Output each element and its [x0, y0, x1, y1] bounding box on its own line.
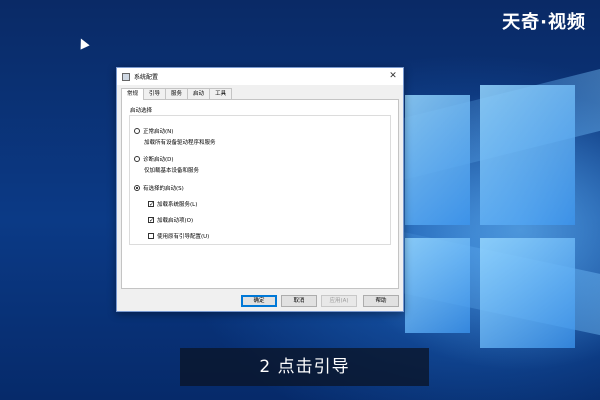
tab-bar: 常规 引导 服务 启动 工具 [121, 88, 233, 100]
radio-diagnostic-startup[interactable]: 诊断启动(D) [134, 155, 174, 163]
option-description: 仅加载基本设备和服务 [144, 168, 200, 174]
checkbox-load-system-services[interactable]: ✓ 加载系统服务(L) [148, 200, 197, 208]
checkbox-checked-icon: ✓ [148, 217, 155, 224]
dialog-titlebar[interactable]: 系统配置 ✕ [117, 68, 403, 85]
checkbox-label: 加载启动项(O) [157, 218, 194, 224]
radio-label: 诊断启动(D) [143, 157, 174, 163]
checkbox-label: 加载系统服务(L) [157, 202, 198, 208]
tab-panel-general: 启动选择 正常启动(N) 加载所有设备驱动程序和服务 诊断启动(D) 仅加载基本… [121, 99, 399, 289]
group-title: 启动选择 [129, 106, 154, 114]
checkbox-unchecked-icon [148, 233, 154, 239]
app-icon [122, 72, 130, 81]
tab-startup[interactable]: 启动 [187, 88, 211, 99]
radio-button [134, 128, 140, 134]
option-description: 加载所有设备驱动程序和服务 [144, 140, 216, 146]
radio-normal-startup[interactable]: 正常启动(N) [134, 127, 173, 135]
apply-button[interactable]: 应用(A) [321, 295, 357, 307]
cancel-button[interactable]: 取消 [281, 295, 317, 307]
brand-watermark: 天奇·视频 [502, 12, 586, 33]
radio-label: 正常启动(N) [143, 129, 174, 135]
radio-button [134, 156, 140, 162]
tab-tools[interactable]: 工具 [209, 88, 233, 99]
checkbox-load-startup-items[interactable]: ✓ 加载启动项(O) [148, 216, 193, 224]
windows-logo-pane [405, 238, 470, 333]
radio-button-selected [134, 185, 140, 191]
dialog-title: 系统配置 [134, 74, 159, 81]
radio-label: 有选择的启动(S) [143, 186, 184, 192]
windows-logo-pane [480, 85, 575, 225]
help-button[interactable]: 帮助 [363, 295, 399, 307]
checkbox-checked-icon: ✓ [148, 201, 155, 208]
windows-logo-pane [480, 238, 575, 348]
checkbox-use-original-boot-config[interactable]: 使用原有引导配置(U) [148, 232, 209, 240]
tab-boot[interactable]: 引导 [143, 88, 167, 99]
windows-logo-pane [405, 95, 470, 225]
tutorial-caption: 2 点击引导 [180, 348, 429, 386]
tab-general[interactable]: 常规 [121, 88, 145, 100]
close-icon[interactable]: ✕ [387, 70, 399, 82]
radio-selective-startup[interactable]: 有选择的启动(S) [134, 184, 184, 192]
tab-services[interactable]: 服务 [165, 88, 189, 99]
checkbox-label: 使用原有引导配置(U) [157, 234, 210, 240]
ok-button[interactable]: 确定 [241, 295, 277, 307]
system-config-dialog: 系统配置 ✕ 常规 引导 服务 启动 工具 启动选择 正常启动(N) 加载所有设… [116, 67, 404, 312]
